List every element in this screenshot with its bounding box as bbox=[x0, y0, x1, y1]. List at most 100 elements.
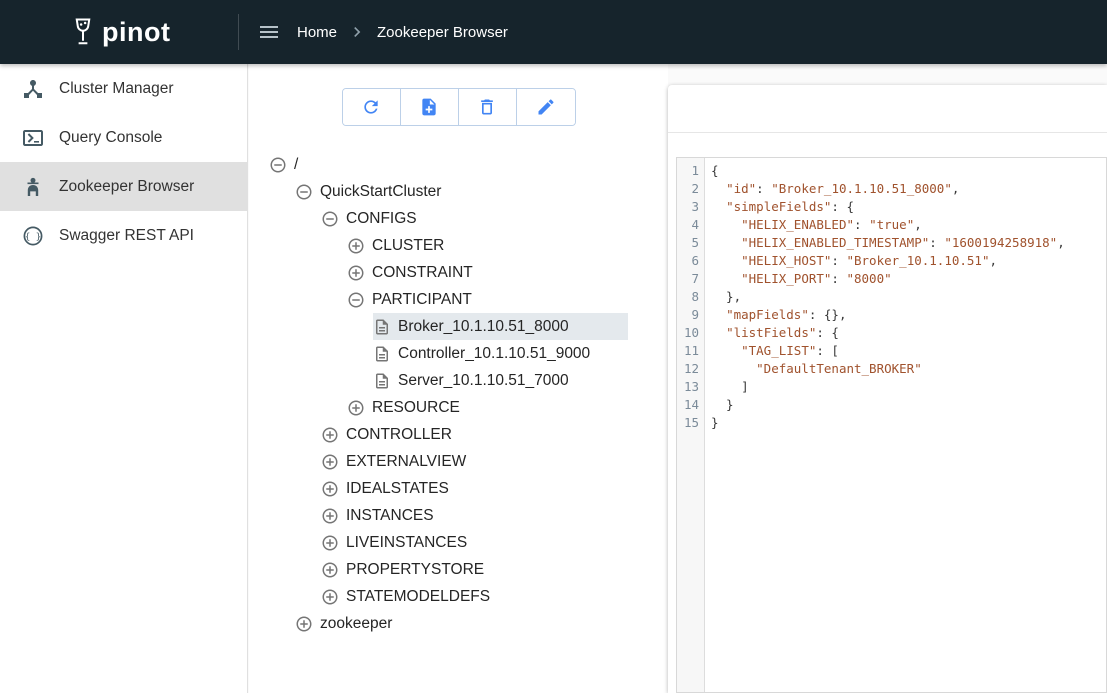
expand-node-icon bbox=[347, 264, 365, 282]
pinot-logo[interactable]: pinot bbox=[0, 17, 238, 47]
logo-text: pinot bbox=[102, 19, 170, 46]
tree-node-server-10-1-10-51-7000[interactable]: Server_10.1.10.51_7000 bbox=[373, 367, 628, 394]
tree-node-configs[interactable]: CONFIGS bbox=[321, 205, 628, 232]
tree-node-label: PARTICIPANT bbox=[372, 291, 472, 309]
refresh-button[interactable] bbox=[343, 89, 401, 125]
code-line: } bbox=[711, 414, 1106, 432]
expand-node-icon bbox=[321, 561, 339, 579]
tree-node-instances[interactable]: INSTANCES bbox=[321, 502, 628, 529]
file-icon bbox=[373, 372, 391, 390]
tree-node-zookeeper[interactable]: zookeeper bbox=[295, 610, 628, 637]
breadcrumb: Home Zookeeper Browser bbox=[297, 22, 508, 42]
collapse-node-icon bbox=[295, 183, 313, 201]
tree-node-liveinstances[interactable]: LIVEINSTANCES bbox=[321, 529, 628, 556]
line-number: 8 bbox=[677, 288, 699, 306]
zookeeper-tree: / QuickStartCluster CONFIGS CLUSTER CONSTRAI… bbox=[249, 151, 668, 637]
tree-node-controller[interactable]: CONTROLLER bbox=[321, 421, 628, 448]
sidebar-item-zookeeper-browser[interactable]: Zookeeper Browser bbox=[0, 162, 247, 211]
breadcrumb-home[interactable]: Home bbox=[297, 24, 337, 41]
tree-row: CONFIGS bbox=[249, 205, 668, 232]
tree-row: Server_10.1.10.51_7000 bbox=[249, 367, 668, 394]
tree-node-quickstartcluster[interactable]: QuickStartCluster bbox=[295, 178, 628, 205]
code-line: "id": "Broker_10.1.10.51_8000", bbox=[711, 180, 1106, 198]
tree-row: Broker_10.1.10.51_8000 bbox=[249, 313, 668, 340]
code-line: "simpleFields": { bbox=[711, 198, 1106, 216]
wine-glass-icon bbox=[68, 17, 98, 47]
tree-row: STATEMODELDEFS bbox=[249, 583, 668, 610]
tree-node-broker-10-1-10-51-8000[interactable]: Broker_10.1.10.51_8000 bbox=[373, 313, 628, 340]
code-editor[interactable]: 123456789101112131415 { "id": "Broker_10… bbox=[676, 157, 1107, 693]
tree-row: INSTANCES bbox=[249, 502, 668, 529]
line-number: 13 bbox=[677, 378, 699, 396]
expand-node-icon bbox=[347, 237, 365, 255]
tree-row: CONTROLLER bbox=[249, 421, 668, 448]
tree-node-label: Broker_10.1.10.51_8000 bbox=[398, 318, 569, 336]
tree-node-label: / bbox=[294, 156, 298, 174]
tree-node-label: CONSTRAINT bbox=[372, 264, 473, 282]
expand-node-icon bbox=[321, 453, 339, 471]
line-number: 3 bbox=[677, 198, 699, 216]
tree-row: EXTERNALVIEW bbox=[249, 448, 668, 475]
code-line: "HELIX_PORT": "8000" bbox=[711, 270, 1106, 288]
svg-text:{ }: { } bbox=[25, 232, 41, 242]
sidebar-item-swagger-rest-api[interactable]: { }Swagger REST API bbox=[0, 211, 247, 260]
tree-node-resource[interactable]: RESOURCE bbox=[347, 394, 628, 421]
file-icon bbox=[373, 318, 391, 336]
tree-node-externalview[interactable]: EXTERNALVIEW bbox=[321, 448, 628, 475]
tree-row: PROPERTYSTORE bbox=[249, 556, 668, 583]
expand-node-icon bbox=[321, 426, 339, 444]
tree-row: Controller_10.1.10.51_9000 bbox=[249, 340, 668, 367]
tree-row: CONSTRAINT bbox=[249, 259, 668, 286]
tree-node-idealstates[interactable]: IDEALSTATES bbox=[321, 475, 628, 502]
expand-node-icon bbox=[321, 588, 339, 606]
tree-row: QuickStartCluster bbox=[249, 178, 668, 205]
tree-node-constraint[interactable]: CONSTRAINT bbox=[347, 259, 628, 286]
tree-node-propertystore[interactable]: PROPERTYSTORE bbox=[321, 556, 628, 583]
tree-row: PARTICIPANT bbox=[249, 286, 668, 313]
tree-node-root[interactable]: / bbox=[269, 151, 628, 178]
tree-node-label: LIVEINSTANCES bbox=[346, 534, 467, 552]
cluster-manager-icon bbox=[21, 77, 45, 101]
tree-toolbar bbox=[249, 88, 668, 126]
line-number: 10 bbox=[677, 324, 699, 342]
tree-node-label: Server_10.1.10.51_7000 bbox=[398, 372, 569, 390]
note-add-icon bbox=[419, 97, 439, 117]
collapse-node-icon bbox=[269, 156, 287, 174]
tree-node-participant[interactable]: PARTICIPANT bbox=[347, 286, 628, 313]
sidebar-item-label: Query Console bbox=[59, 129, 162, 147]
editor-tab-bar bbox=[668, 85, 1107, 133]
tree-row: IDEALSTATES bbox=[249, 475, 668, 502]
trash-icon bbox=[477, 97, 497, 117]
tree-row: CLUSTER bbox=[249, 232, 668, 259]
line-number: 5 bbox=[677, 234, 699, 252]
collapse-node-icon bbox=[347, 291, 365, 309]
code-line: } bbox=[711, 396, 1106, 414]
refresh-icon bbox=[361, 97, 381, 117]
code-line: "HELIX_ENABLED": "true", bbox=[711, 216, 1106, 234]
tree-node-controller-10-1-10-51-9000[interactable]: Controller_10.1.10.51_9000 bbox=[373, 340, 628, 367]
code-line: "mapFields": {}, bbox=[711, 306, 1106, 324]
sidebar-nav: Cluster Manager Query Console Zookeeper Br… bbox=[0, 64, 247, 260]
editor-panel: 123456789101112131415 { "id": "Broker_10… bbox=[668, 64, 1107, 693]
tree-node-label: PROPERTYSTORE bbox=[346, 561, 484, 579]
tree-node-label: STATEMODELDEFS bbox=[346, 588, 490, 606]
add-node-button[interactable] bbox=[401, 89, 459, 125]
tree-node-cluster[interactable]: CLUSTER bbox=[347, 232, 628, 259]
sidebar-item-query-console[interactable]: Query Console bbox=[0, 113, 247, 162]
tree-node-statemodeldefs[interactable]: STATEMODELDEFS bbox=[321, 583, 628, 610]
line-number: 6 bbox=[677, 252, 699, 270]
file-icon bbox=[373, 345, 391, 363]
editor-code: { "id": "Broker_10.1.10.51_8000", "simpl… bbox=[705, 158, 1106, 692]
editor-card: 123456789101112131415 { "id": "Broker_10… bbox=[668, 85, 1107, 693]
code-line: }, bbox=[711, 288, 1106, 306]
expand-node-icon bbox=[295, 615, 313, 633]
sidebar-item-cluster-manager[interactable]: Cluster Manager bbox=[0, 64, 247, 113]
edit-button[interactable] bbox=[517, 89, 575, 125]
delete-button[interactable] bbox=[459, 89, 517, 125]
tree-node-label: CONFIGS bbox=[346, 210, 417, 228]
hamburger-icon bbox=[257, 20, 281, 44]
tree-node-label: QuickStartCluster bbox=[320, 183, 441, 201]
menu-button[interactable] bbox=[257, 20, 281, 44]
tree-row: RESOURCE bbox=[249, 394, 668, 421]
tree-node-label: RESOURCE bbox=[372, 399, 460, 417]
